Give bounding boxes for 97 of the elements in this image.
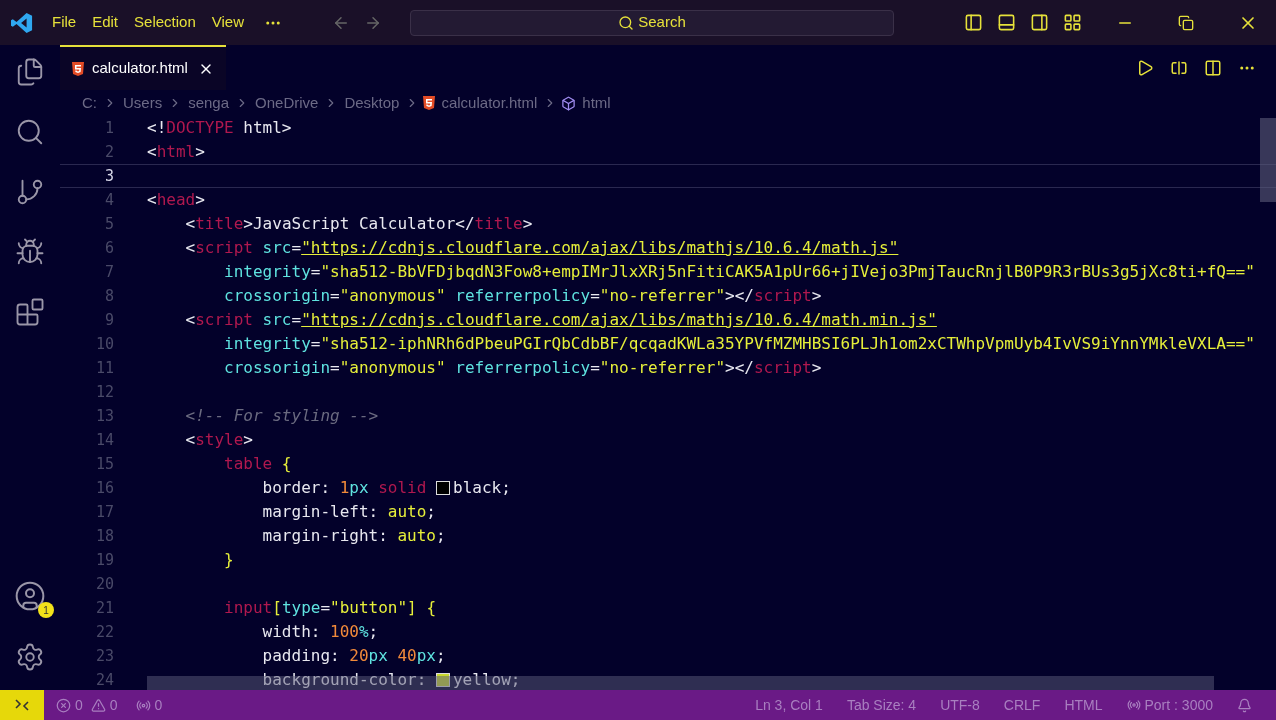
- layout-icon[interactable]: [1063, 13, 1082, 32]
- code-line: <!-- For styling -->: [184, 405, 379, 427]
- line-number: 19: [94, 549, 114, 571]
- toggle-panel-icon[interactable]: [997, 13, 1016, 32]
- warning-icon[interactable]: [90, 697, 106, 713]
- line-number: 13: [94, 405, 114, 427]
- line-number: 6: [103, 237, 114, 259]
- account-icon[interactable]: [14, 580, 46, 612]
- restore-icon[interactable]: [1178, 14, 1194, 31]
- line-number: 22: [94, 621, 114, 643]
- settings-icon[interactable]: [15, 642, 45, 672]
- breadcrumb-item[interactable]: Users: [121, 91, 165, 115]
- code-line: crossorigin="anonymous" referrerpolicy="no-referrer"></script>: [223, 285, 822, 307]
- breadcrumb-item[interactable]: senga: [186, 91, 232, 115]
- status-item[interactable]: HTML: [1064, 694, 1103, 716]
- error-count[interactable]: 0: [75, 694, 83, 716]
- line-number: 18: [94, 525, 114, 547]
- color-swatch[interactable]: [436, 481, 450, 495]
- line-number: 1: [103, 117, 114, 139]
- breadcrumb-item[interactable]: calculator.html: [439, 91, 540, 115]
- notifications-icon[interactable]: [1237, 697, 1252, 713]
- status-item[interactable]: Tab Size: 4: [846, 694, 917, 716]
- line-number: 24: [94, 669, 114, 690]
- code-line: padding: 20px 40px;: [261, 645, 446, 667]
- code-line: width: 100%;: [261, 621, 379, 643]
- split-editor-icon[interactable]: [1204, 58, 1222, 77]
- code-line: <!DOCTYPE html>: [147, 117, 292, 139]
- line-number: 7: [103, 261, 114, 283]
- extensions-icon[interactable]: [15, 297, 45, 327]
- code-line: border: 1px solid black;: [261, 477, 511, 499]
- editor-tab[interactable]: calculator.html: [60, 45, 226, 90]
- line-number: 3: [103, 165, 114, 187]
- line-number: 17: [94, 501, 114, 523]
- element-icon: [561, 95, 577, 111]
- line-number: 20: [94, 573, 114, 595]
- color-swatch[interactable]: [436, 673, 450, 687]
- search-icon[interactable]: [15, 117, 45, 147]
- code-line: integrity="sha512-iphNRh6dPbeuPGIrQbCdbBF/qcqadKWLa35YPVfMZMHBSI6PLJh1om2xCTWhpVpmUyb4IvVS9iYnnYMkleVXLA==": [223, 333, 1255, 355]
- code-line: <head>: [147, 189, 205, 211]
- notification-badge: 1: [38, 602, 54, 618]
- line-number: 21: [94, 597, 114, 619]
- html-file-icon: [423, 96, 436, 110]
- error-icon[interactable]: [56, 697, 71, 713]
- code-line: }: [223, 549, 234, 571]
- search-field[interactable]: Search: [410, 9, 894, 36]
- remote-button[interactable]: [0, 690, 44, 720]
- app-logo-icon[interactable]: [11, 11, 33, 34]
- line-number: 15: [94, 453, 114, 475]
- menu-item[interactable]: File: [44, 11, 85, 34]
- code-line: <script src="https://cdnjs.cloudflare.com/ajax/libs/mathjs/10.6.4/math.min.js": [184, 309, 937, 331]
- menu-item[interactable]: Edit: [84, 11, 127, 34]
- line-number: 23: [94, 645, 114, 667]
- run-debug-icon[interactable]: [15, 237, 45, 267]
- line-number: 9: [103, 309, 114, 331]
- line-number: 8: [103, 285, 114, 307]
- html-file-icon: [72, 61, 84, 76]
- menu-item[interactable]: Selection: [126, 11, 204, 34]
- ports-count[interactable]: 0: [154, 694, 163, 716]
- code-line: <style>: [184, 429, 253, 451]
- status-item[interactable]: Ln 3, Col 1: [755, 694, 823, 716]
- line-number: 4: [103, 189, 114, 211]
- code-line: input[type="button"] {: [223, 597, 436, 619]
- toggle-sidebar-icon[interactable]: [964, 13, 983, 32]
- code-line: background-color: yellow;: [261, 669, 521, 690]
- breadcrumb-item[interactable]: C:: [80, 91, 99, 115]
- run-icon[interactable]: [1136, 58, 1154, 77]
- remote-icon: [14, 698, 30, 712]
- code-line: table {: [223, 453, 292, 475]
- line-number: 11: [94, 357, 114, 379]
- status-item[interactable]: CRLF: [1003, 694, 1041, 716]
- vertical-scrollbar[interactable]: [1260, 118, 1276, 202]
- line-number: 16: [94, 477, 114, 499]
- line-number: 5: [103, 213, 114, 235]
- line-number: 2: [103, 141, 114, 163]
- status-item[interactable]: Port : 3000: [1144, 694, 1213, 716]
- explorer-icon[interactable]: [15, 57, 45, 87]
- breadcrumb-item[interactable]: Desktop: [342, 91, 402, 115]
- code-line: <html>: [147, 141, 205, 163]
- breadcrumb-item[interactable]: OneDrive: [253, 91, 321, 115]
- code-line: <title>JavaScript Calculator</title>: [184, 213, 533, 235]
- compare-icon[interactable]: [1170, 58, 1188, 77]
- breadcrumb-item[interactable]: html: [580, 91, 613, 115]
- code-line: crossorigin="anonymous" referrerpolicy="no-referrer"></script>: [223, 357, 822, 379]
- code-line: integrity="sha512-BbVFDjbqdN3Fow8+empIMrJlxXRj5nFitiCAK5A1pUr66+jIVejo3PmjTaucRnjlB0P9R3rBUs3g5jXc8ti+fQ==": [223, 261, 1255, 283]
- warning-count[interactable]: 0: [109, 694, 118, 716]
- search-icon: [618, 14, 635, 31]
- line-number: 12: [94, 381, 114, 403]
- toggle-secondary-sidebar-icon[interactable]: [1030, 13, 1049, 32]
- status-item[interactable]: UTF-8: [940, 694, 980, 716]
- code-line: margin-right: auto;: [261, 525, 446, 547]
- source-control-icon[interactable]: [15, 177, 45, 207]
- port-icon[interactable]: [1126, 698, 1141, 712]
- code-line: margin-left: auto;: [261, 501, 436, 523]
- menu-item[interactable]: View: [203, 11, 252, 34]
- code-line: <script src="https://cdnjs.cloudflare.com/ajax/libs/mathjs/10.6.4/math.js": [184, 237, 899, 259]
- line-number: 10: [94, 333, 114, 355]
- line-number: 14: [94, 429, 114, 451]
